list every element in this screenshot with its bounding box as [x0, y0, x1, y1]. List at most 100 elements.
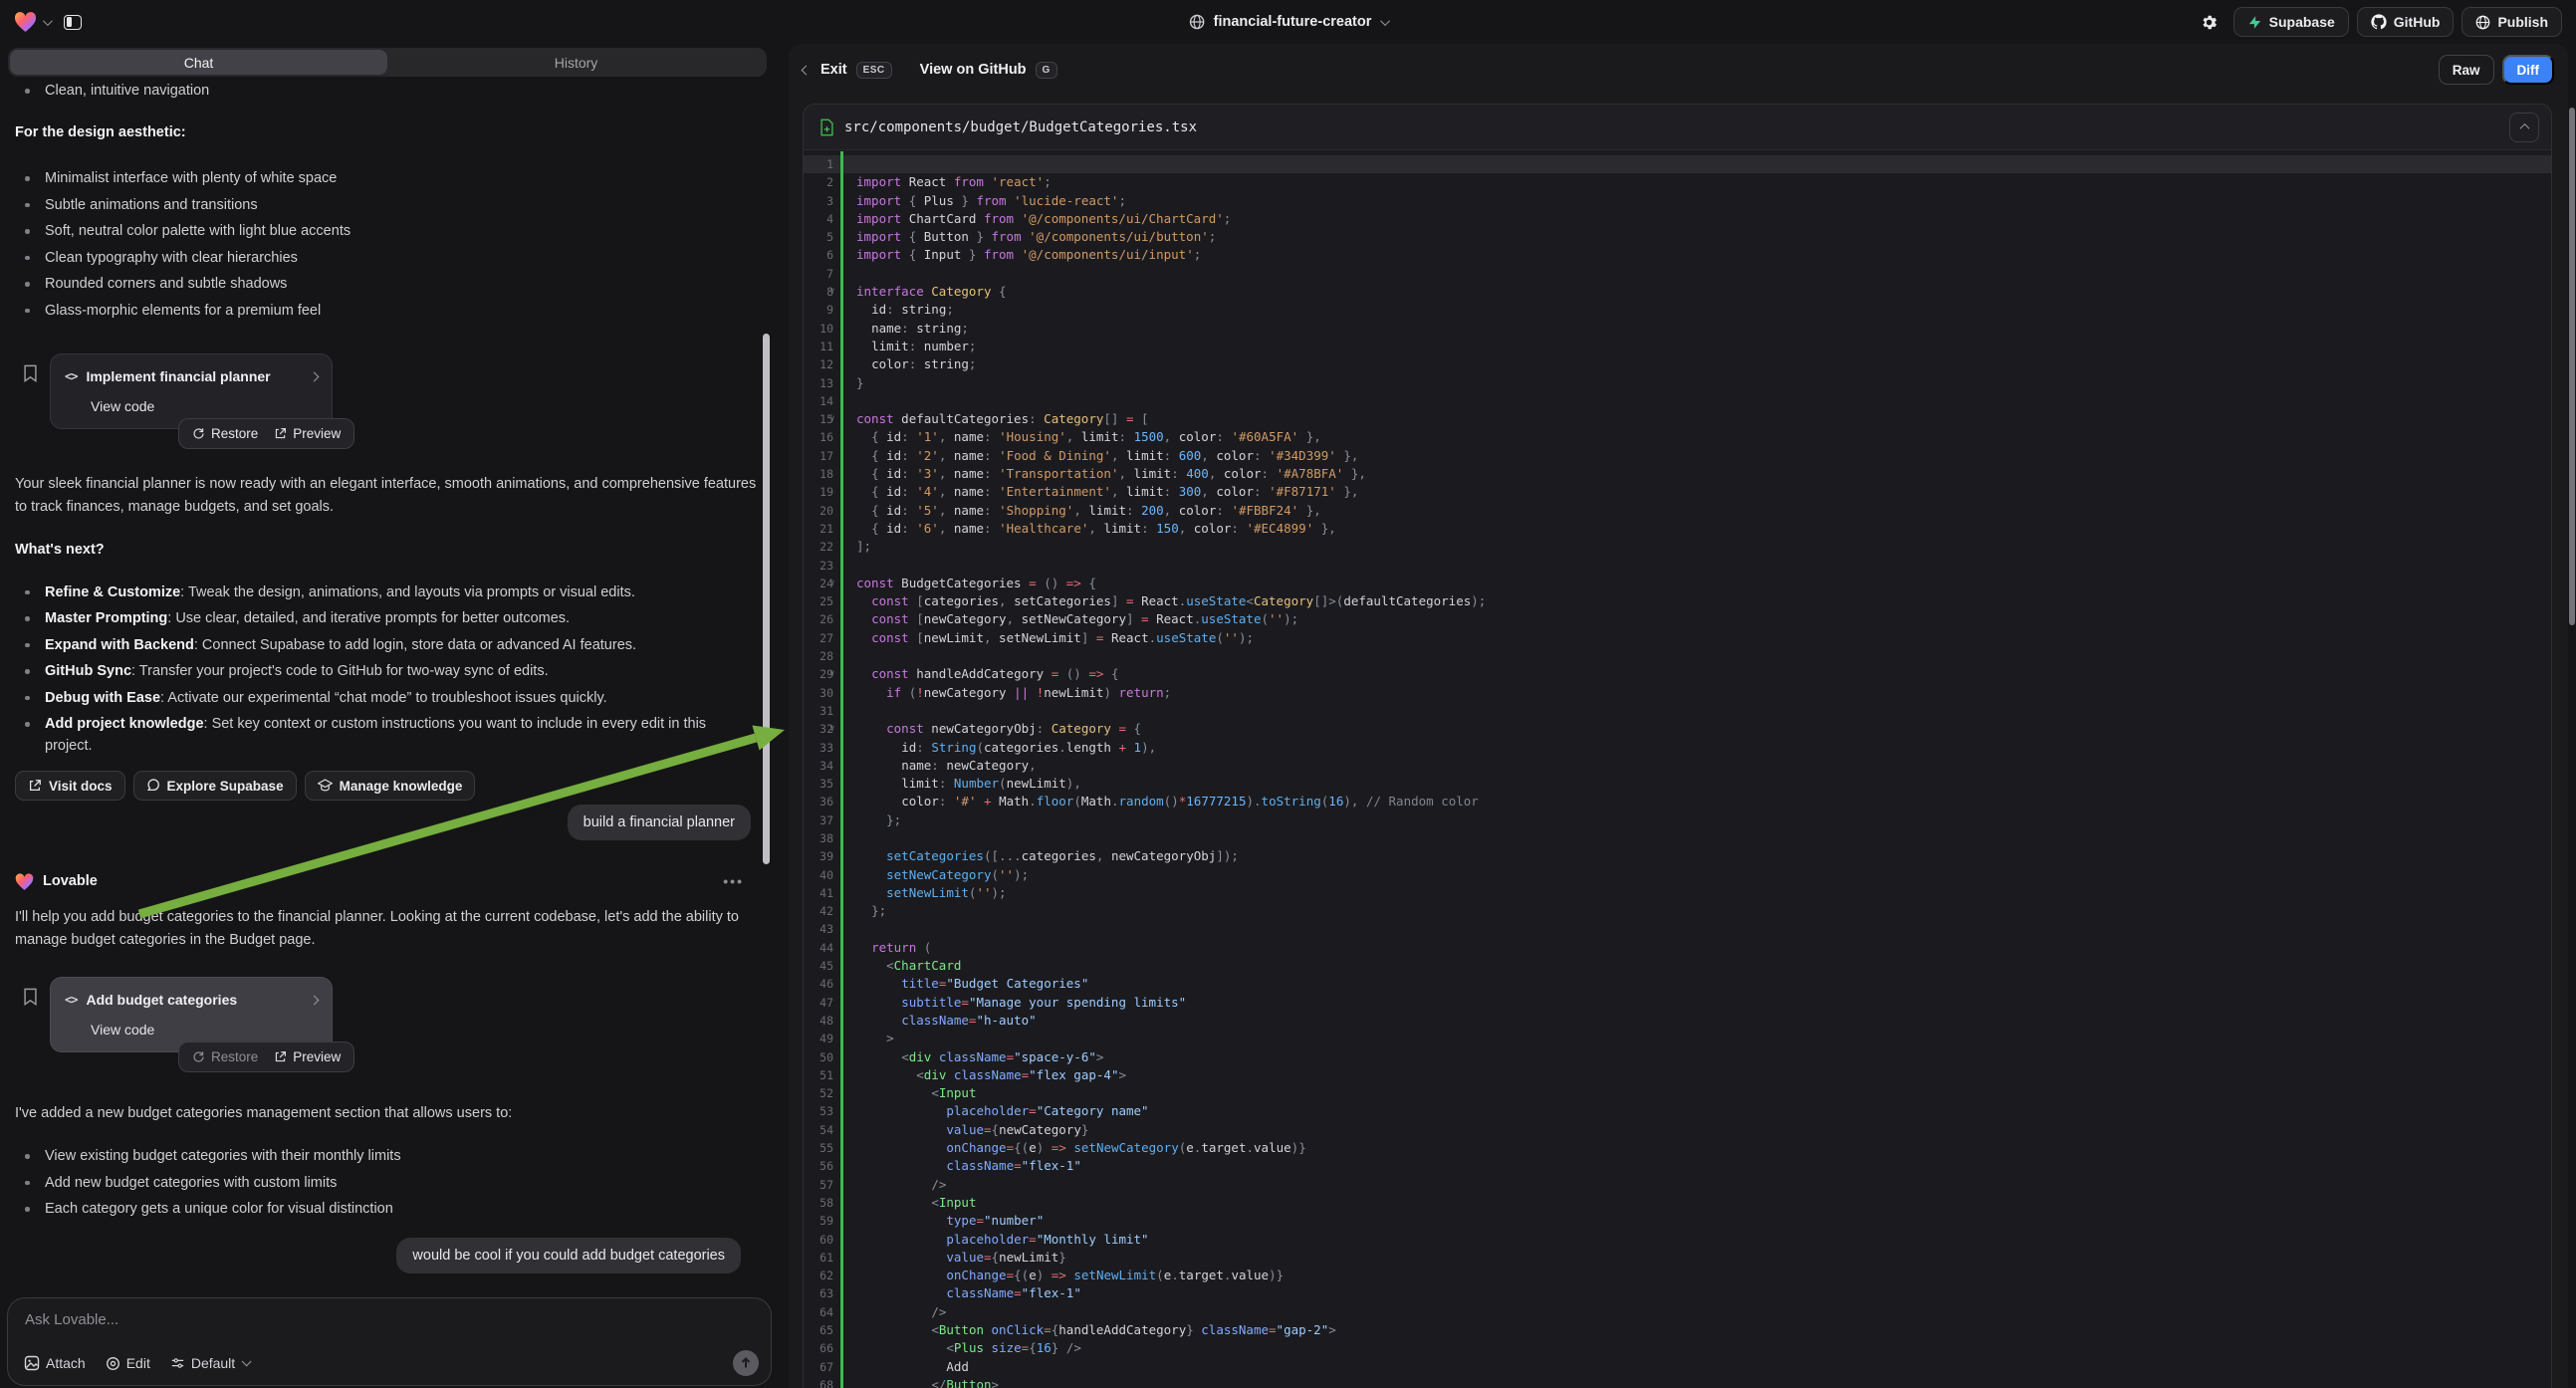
- line-number: 2: [804, 173, 833, 191]
- bookmark-icon[interactable]: [23, 988, 38, 1006]
- supabase-button[interactable]: Supabase: [2233, 7, 2349, 37]
- esc-kbd-chip: ESC: [856, 62, 892, 79]
- manage-knowledge-button[interactable]: Manage knowledge: [305, 771, 476, 801]
- line-number: 1: [804, 155, 833, 173]
- list-item: View existing budget categories with the…: [15, 1145, 754, 1167]
- line-number: 58: [804, 1194, 833, 1212]
- design-bullet-list: Minimalist interface with plenty of whit…: [15, 167, 757, 322]
- line-number: 68: [804, 1376, 833, 1388]
- line-number: 46: [804, 975, 833, 993]
- github-icon: [2371, 14, 2387, 30]
- exit-button[interactable]: Exit ESC: [803, 62, 892, 79]
- chevron-up-icon: [2519, 123, 2529, 133]
- tab-history[interactable]: History: [387, 50, 765, 75]
- version-card-implement-financial-planner[interactable]: <> Implement financial planner View code…: [50, 353, 333, 429]
- line-number: 26: [804, 610, 833, 628]
- project-title: financial-future-creator: [1214, 14, 1372, 30]
- send-button[interactable]: [733, 1350, 759, 1376]
- lovable-heart-icon: [14, 12, 37, 33]
- fold-chevron-icon[interactable]: ∨: [829, 665, 834, 683]
- lovable-logo-menu[interactable]: [14, 12, 50, 33]
- version-card-title: Add budget categories: [86, 989, 237, 1012]
- code-line: 18 { id: '3', name: 'Transportation', li…: [804, 465, 2551, 483]
- user-message-bubble: would be cool if you could add budget ca…: [396, 1238, 741, 1273]
- code-line: 12 color: string;: [804, 355, 2551, 373]
- composer-input[interactable]: Ask Lovable...: [25, 1311, 118, 1328]
- code-line: 5import { Button } from '@/components/ui…: [804, 228, 2551, 246]
- code-line: 60 placeholder="Monthly limit": [804, 1231, 2551, 1249]
- line-number: 6: [804, 246, 833, 264]
- code-line: 48 className="h-auto": [804, 1012, 2551, 1030]
- code-line: 61 value={newLimit}: [804, 1249, 2551, 1267]
- code-line: 11 limit: number;: [804, 338, 2551, 355]
- tab-chat[interactable]: Chat: [10, 50, 387, 75]
- code-line: 23: [804, 557, 2551, 575]
- chat-history-tabs: Chat History: [8, 48, 767, 77]
- gear-icon: [2200, 13, 2219, 32]
- code-line: 46 title="Budget Categories": [804, 975, 2551, 993]
- code-line: 20 { id: '5', name: 'Shopping', limit: 2…: [804, 502, 2551, 520]
- fold-chevron-icon[interactable]: ∨: [829, 720, 834, 738]
- view-code-link[interactable]: View code: [65, 395, 318, 418]
- github-button[interactable]: GitHub: [2357, 7, 2455, 37]
- line-number: 49: [804, 1030, 833, 1047]
- restore-button[interactable]: Restore: [192, 1045, 258, 1068]
- restore-button[interactable]: Restore: [192, 422, 258, 445]
- list-item: Each category gets a unique color for vi…: [15, 1198, 754, 1220]
- preview-button[interactable]: Preview: [274, 1045, 341, 1068]
- code-view-header: Exit ESC View on GitHub G Raw Diff: [789, 44, 2568, 96]
- publish-button[interactable]: Publish: [2461, 7, 2562, 37]
- preview-button[interactable]: Preview: [274, 422, 341, 445]
- settings-button[interactable]: [2194, 7, 2225, 37]
- collapse-file-button[interactable]: [2509, 113, 2539, 142]
- version-card-add-budget-categories[interactable]: <> Add budget categories View code Resto…: [50, 977, 333, 1052]
- visit-docs-button[interactable]: Visit docs: [15, 771, 125, 801]
- line-number: 30: [804, 684, 833, 702]
- fold-chevron-icon[interactable]: ∨: [829, 283, 834, 301]
- raw-toggle-button[interactable]: Raw: [2439, 55, 2494, 85]
- fold-chevron-icon[interactable]: ∨: [829, 410, 834, 428]
- list-item: Master Prompting: Use clear, detailed, a…: [15, 607, 757, 629]
- code-line: 4import ChartCard from '@/components/ui/…: [804, 210, 2551, 228]
- file-header[interactable]: src/components/budget/BudgetCategories.t…: [804, 105, 2551, 150]
- globe-icon: [2475, 15, 2490, 30]
- target-icon: [106, 1356, 120, 1371]
- fold-chevron-icon[interactable]: ∨: [829, 575, 834, 592]
- code-line: 13}: [804, 374, 2551, 392]
- list-item: Add new budget categories with custom li…: [15, 1172, 754, 1194]
- restore-icon: [192, 1050, 205, 1063]
- project-switcher[interactable]: financial-future-creator: [1189, 0, 1388, 44]
- line-number: 39: [804, 847, 833, 865]
- external-link-icon: [28, 779, 42, 793]
- line-number: 36: [804, 793, 833, 810]
- diff-toggle-button[interactable]: Diff: [2502, 55, 2555, 85]
- code-line: 65 <Button onClick={handleAddCategory} c…: [804, 1321, 2551, 1339]
- edit-button[interactable]: Edit: [106, 1355, 150, 1371]
- line-number: 13: [804, 374, 833, 392]
- attach-button[interactable]: Attach: [24, 1355, 86, 1371]
- chat-scrollbar[interactable]: [763, 334, 770, 864]
- code-line: 16 { id: '1', name: 'Housing', limit: 15…: [804, 428, 2551, 446]
- code-scrollbar[interactable]: [2569, 108, 2575, 625]
- chevron-down-icon: [43, 16, 53, 26]
- code-line: 68 </Button>: [804, 1376, 2551, 1388]
- code-line: 25 const [categories, setCategories] = R…: [804, 592, 2551, 610]
- list-item: Expand with Backend: Connect Supabase to…: [15, 634, 757, 656]
- mode-select[interactable]: Default: [170, 1355, 248, 1371]
- list-item: Clean, intuitive navigation: [15, 80, 757, 102]
- code-line: 52 <Input: [804, 1084, 2551, 1102]
- toggle-sidebar-button[interactable]: [58, 7, 88, 37]
- file-added-icon: [820, 118, 834, 136]
- bookmark-icon[interactable]: [23, 364, 38, 382]
- chevron-right-icon: [310, 371, 320, 381]
- view-on-github-button[interactable]: View on GitHub G: [920, 62, 1057, 79]
- explore-supabase-button[interactable]: Explore Supabase: [133, 771, 297, 801]
- list-item: Glass-morphic elements for a premium fee…: [15, 300, 757, 322]
- code-line: 30 if (!newCategory || !newLimit) return…: [804, 684, 2551, 702]
- sidebar-panel-icon: [64, 15, 82, 30]
- view-code-link[interactable]: View code: [65, 1019, 318, 1041]
- code-line: 32∨ const newCategoryObj: Category = {: [804, 720, 2551, 738]
- line-number: 66: [804, 1339, 833, 1357]
- message-menu-button[interactable]: •••: [723, 870, 744, 893]
- line-number: 5: [804, 228, 833, 246]
